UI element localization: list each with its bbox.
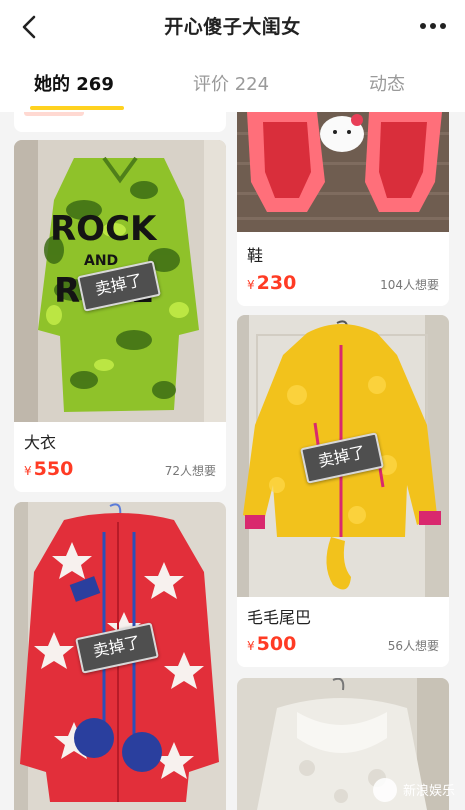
- tab-activity[interactable]: 动态: [369, 70, 405, 96]
- product-photo-shoes: [237, 112, 449, 232]
- product-name: 鞋: [247, 246, 264, 265]
- watermark-text: 新浪娱乐: [402, 784, 455, 799]
- price-fragment: [24, 112, 84, 116]
- watermark-logo-icon: [372, 778, 397, 802]
- tab-reviews[interactable]: 评价 224: [193, 70, 269, 96]
- product-price: ¥500: [247, 633, 296, 655]
- sold-stamp-label: 卖掉了: [316, 442, 368, 471]
- product-card-coat[interactable]: ROCK AND ROLL 卖掉了 大衣 ¥550 72人想要: [14, 140, 226, 492]
- want-count: 56人想要: [387, 639, 439, 653]
- product-card-tail-jacket[interactable]: 卖掉了 毛毛尾巴 ¥500 56人想要: [237, 315, 449, 667]
- product-photo-coat: ROCK AND ROLL 卖掉了: [14, 140, 226, 422]
- product-name: 大衣: [24, 433, 57, 452]
- sold-stamp-label: 卖掉了: [93, 270, 145, 299]
- product-name: 毛毛尾巴: [247, 608, 312, 627]
- tab-bar: 她的 269 评价 224 动态: [0, 54, 465, 112]
- coat-print-line2: AND: [84, 253, 118, 269]
- want-count: 72人想要: [164, 464, 216, 478]
- currency-symbol: ¥: [247, 639, 255, 653]
- product-price: ¥550: [24, 458, 73, 480]
- price-value: 500: [256, 633, 297, 655]
- sold-stamp-label: 卖掉了: [91, 632, 143, 661]
- shoes-image: [237, 112, 449, 232]
- top-bar: 开心傻子大闺女: [0, 0, 465, 54]
- product-card-star-sweater[interactable]: 卖掉了: [14, 502, 226, 810]
- product-card-shoes[interactable]: 鞋 ¥230 104人想要: [237, 112, 449, 306]
- currency-symbol: ¥: [24, 464, 32, 478]
- price-value: 550: [33, 458, 74, 480]
- coat-print-line1: ROCK: [50, 209, 158, 249]
- watermark: 新浪娱乐: [372, 778, 455, 802]
- product-photo-tail-jacket: 卖掉了: [237, 315, 449, 597]
- product-photo-star-sweater: 卖掉了: [14, 502, 226, 810]
- tab-hers[interactable]: 她的 269: [34, 70, 114, 96]
- currency-symbol: ¥: [247, 278, 255, 292]
- page-title: 开心傻子大闺女: [164, 16, 301, 38]
- price-value: 230: [256, 272, 297, 294]
- more-options-icon[interactable]: [419, 18, 447, 34]
- product-card-partial[interactable]: [14, 112, 226, 132]
- product-price: ¥230: [247, 272, 296, 294]
- tab-indicator: [30, 106, 124, 110]
- want-count: 104人想要: [380, 278, 439, 292]
